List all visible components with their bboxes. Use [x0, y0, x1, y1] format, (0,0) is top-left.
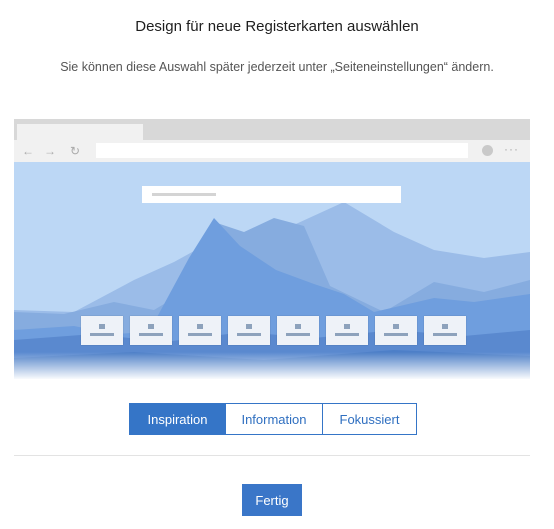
quick-link-tile [424, 316, 466, 345]
preview-fade-overlay [0, 352, 554, 392]
quick-link-tile [375, 316, 417, 345]
preview-address-bar [96, 143, 468, 158]
layout-option-selector: Inspiration Information Fokussiert [129, 403, 417, 435]
quick-link-tile [326, 316, 368, 345]
preview-search-box [142, 186, 401, 203]
refresh-icon: ↻ [70, 144, 81, 158]
more-icon: ··· [504, 142, 519, 156]
preview-tab [17, 124, 143, 140]
preview-nav-bar: ← → ↻ ··· [14, 140, 530, 162]
quick-link-tile [130, 316, 172, 345]
option-information-button[interactable]: Information [225, 403, 323, 435]
forward-arrow-icon: → [44, 144, 56, 158]
back-arrow-icon: ← [22, 144, 34, 158]
dialog-title: Design für neue Registerkarten auswählen [135, 18, 419, 35]
done-button[interactable]: Fertig [242, 484, 302, 516]
preview-avatar-icon [482, 145, 493, 156]
quick-link-tile [179, 316, 221, 345]
option-inspiration-button[interactable]: Inspiration [129, 403, 226, 435]
preview-tab-bar [14, 119, 530, 140]
quick-link-tile [277, 316, 319, 345]
dialog-subtitle: Sie können diese Auswahl später jederzei… [60, 60, 494, 74]
layout-preview: ← → ↻ ··· [14, 119, 530, 379]
quick-link-tile [228, 316, 270, 345]
quick-link-tile [81, 316, 123, 345]
footer-divider [14, 455, 530, 456]
option-fokussiert-button[interactable]: Fokussiert [322, 403, 417, 435]
